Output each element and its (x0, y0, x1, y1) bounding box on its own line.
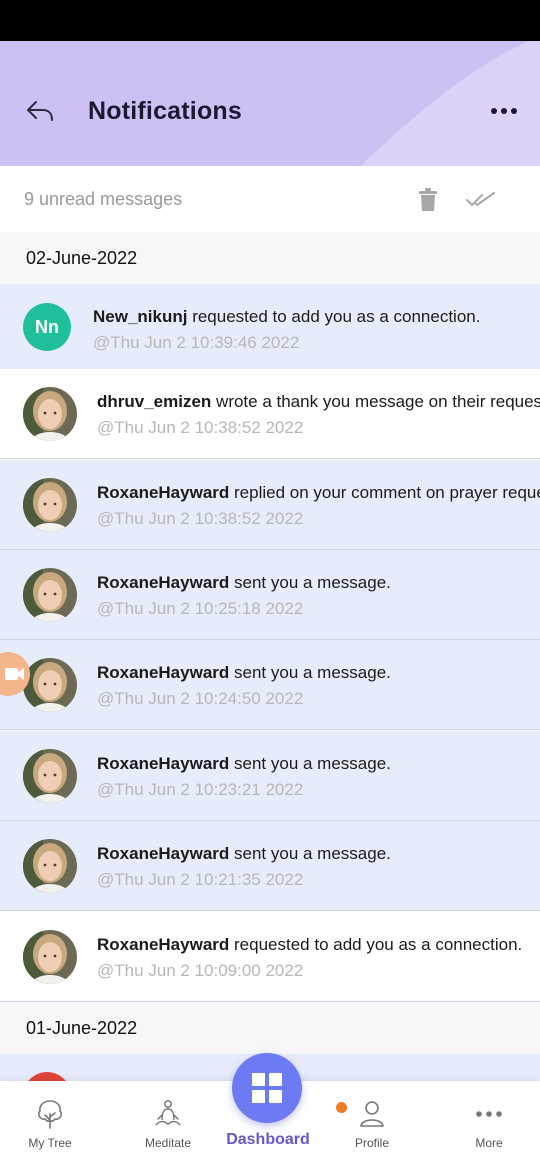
more-options-button[interactable] (486, 97, 522, 125)
notification-user: RoxaneHayward (97, 573, 230, 592)
notification-message: RoxaneHayward replied on your comment on… (97, 483, 540, 503)
unread-toolbar: 9 unread messages (0, 166, 540, 232)
notification-item[interactable]: RoxaneHayward sent you a message. @Thu J… (0, 550, 540, 640)
profile-notification-badge (336, 1102, 347, 1113)
nav-label-my-tree: My Tree (28, 1136, 72, 1150)
profile-icon (360, 1101, 384, 1127)
avatar (23, 839, 77, 893)
notification-item[interactable]: Nn New_nikunj requested to add you as a … (0, 284, 540, 374)
notification-text: sent you a message. (229, 844, 391, 863)
nav-label-dashboard: Dashboard (226, 1131, 310, 1148)
avatar (23, 658, 77, 712)
notification-text: replied on your comment on prayer reques… (229, 483, 540, 502)
date-label: 02-June-2022 (26, 248, 138, 268)
notification-item[interactable]: RoxaneHayward sent you a message. @Thu J… (0, 731, 540, 821)
notification-item[interactable]: RoxaneHayward sent you a message. @Thu J… (0, 640, 540, 730)
notification-time: @Thu Jun 2 10:25:18 2022 (97, 599, 304, 618)
unread-count: 9 unread messages (24, 189, 183, 209)
notification-user: RoxaneHayward (97, 754, 230, 773)
more-vertical-dots-icon (491, 108, 517, 114)
notification-message: RoxaneHayward requested to add you as a … (97, 935, 522, 955)
dashboard-grid-icon (252, 1073, 282, 1103)
header-wave-decoration (360, 41, 540, 166)
avatar (23, 930, 77, 984)
dashboard-button[interactable] (232, 1053, 302, 1123)
notification-user: dhruv_emizen (97, 392, 212, 411)
avatar (23, 478, 77, 532)
back-arrow-icon (27, 101, 53, 121)
notification-time: @Thu Jun 2 10:09:00 2022 (97, 961, 304, 980)
notification-time: @Thu Jun 2 10:24:50 2022 (97, 689, 304, 708)
notification-time: @Thu Jun 2 10:38:52 2022 (97, 509, 304, 528)
notification-time: @Thu Jun 2 10:39:46 2022 (93, 333, 300, 352)
nav-item-profile[interactable]: Profile (318, 1081, 426, 1170)
nav-item-meditate[interactable]: Meditate (114, 1081, 222, 1170)
notification-text: sent you a message. (229, 663, 391, 682)
avatar-initials: Nn (23, 303, 71, 351)
avatar (23, 568, 77, 622)
notification-text: requested to add you as a connection. (187, 307, 481, 326)
mark-all-read-button[interactable] (464, 186, 498, 214)
notification-item[interactable]: RoxaneHayward replied on your comment on… (0, 460, 540, 550)
notification-item[interactable]: RoxaneHayward sent you a message. @Thu J… (0, 821, 540, 911)
back-button[interactable] (22, 93, 58, 129)
notification-text: wrote a thank you message on their reque… (211, 392, 540, 411)
notification-message: dhruv_emizen wrote a thank you message o… (97, 392, 540, 412)
avatar (23, 749, 77, 803)
notification-item[interactable]: dhruv_emizen wrote a thank you message o… (0, 369, 540, 459)
tree-icon (38, 1100, 62, 1129)
nav-label-profile: Profile (354, 1136, 389, 1150)
status-bar (0, 0, 540, 41)
notification-message: RoxaneHayward sent you a message. (97, 663, 391, 683)
notification-user: New_nikunj (93, 307, 188, 326)
notification-time: @Thu Jun 2 10:23:21 2022 (97, 780, 304, 799)
nav-label-more: More (475, 1136, 503, 1150)
notifications-screen: Notifications 9 unread messages 02-June-… (0, 0, 540, 1170)
notification-user: RoxaneHayward (97, 663, 230, 682)
date-label: 01-June-2022 (26, 1018, 138, 1038)
notification-message: RoxaneHayward sent you a message. (97, 573, 391, 593)
more-horizontal-dots-icon (476, 1111, 502, 1117)
trash-icon (419, 188, 437, 211)
avatar (23, 387, 77, 441)
notification-message: RoxaneHayward sent you a message. (97, 844, 391, 864)
page-title: Notifications (88, 97, 242, 125)
meditation-icon (155, 1100, 181, 1126)
notification-user: RoxaneHayward (97, 483, 230, 502)
notification-message: RoxaneHayward sent you a message. (97, 754, 391, 774)
notification-user: RoxaneHayward (97, 844, 230, 863)
delete-all-button[interactable] (414, 186, 442, 214)
notification-time: @Thu Jun 2 10:21:35 2022 (97, 870, 304, 889)
notification-time: @Thu Jun 2 10:38:52 2022 (97, 418, 304, 437)
date-group-header: 01-June-2022 (0, 1002, 540, 1054)
video-camera-icon (5, 668, 24, 680)
nav-item-more[interactable]: More (435, 1081, 540, 1170)
notification-text: sent you a message. (229, 573, 391, 592)
nav-label-meditate: Meditate (144, 1136, 192, 1150)
notification-item[interactable]: RoxaneHayward requested to add you as a … (0, 912, 540, 1002)
notification-user: RoxaneHayward (97, 935, 230, 954)
date-group-header: 02-June-2022 (0, 232, 540, 284)
notification-message: New_nikunj requested to add you as a con… (93, 307, 480, 327)
nav-item-my-tree[interactable]: My Tree (0, 1081, 104, 1170)
double-check-icon (466, 192, 495, 206)
notification-text: sent you a message. (229, 754, 391, 773)
notification-text: requested to add you as a connection. (229, 935, 523, 954)
app-header: Notifications (0, 41, 540, 166)
